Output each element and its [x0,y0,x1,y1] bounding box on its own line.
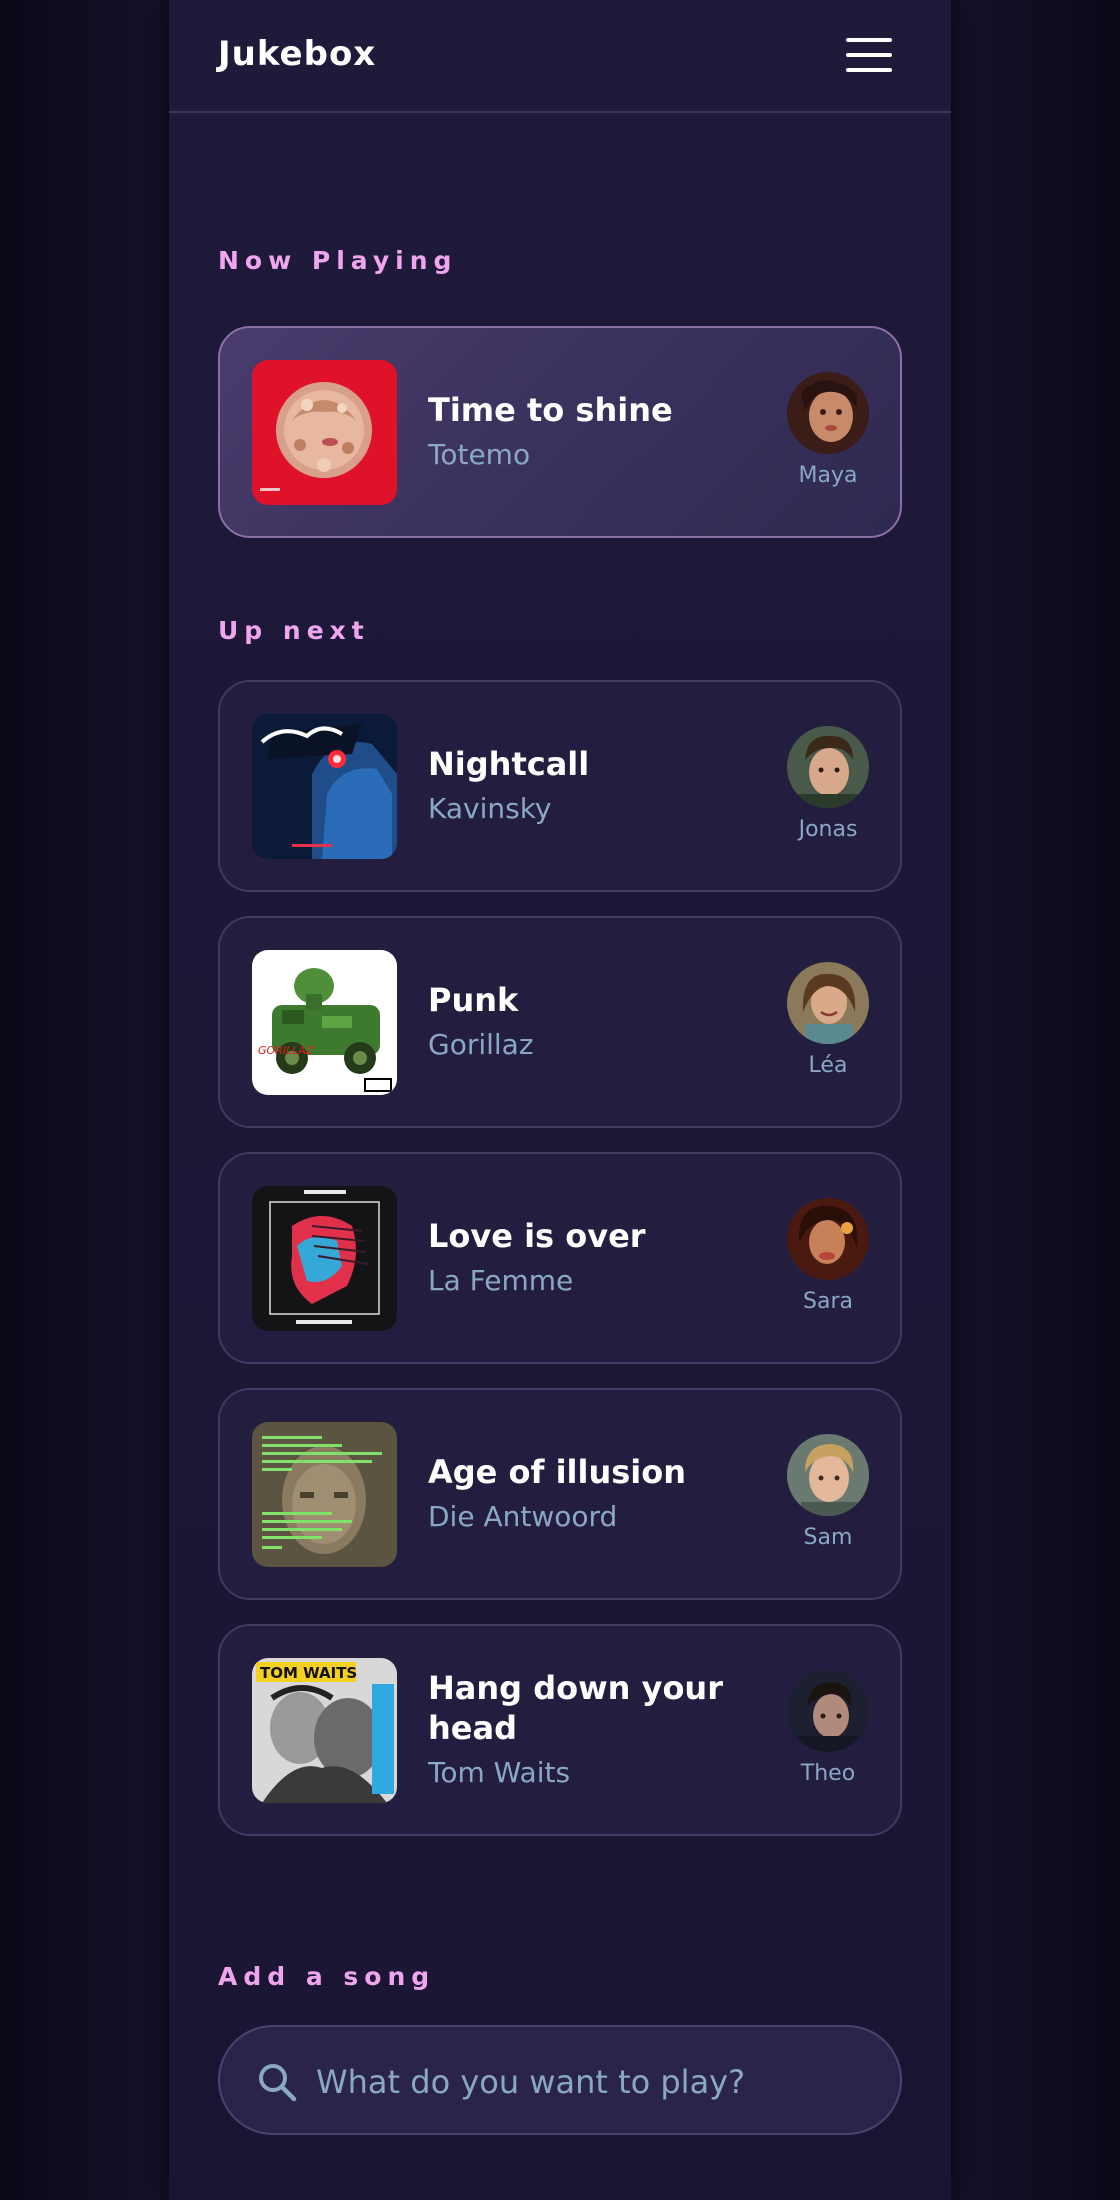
requester-name: Maya [798,463,858,488]
track-title: Hang down your head [428,1669,723,1747]
track-title: Punk [428,981,519,1019]
queue-item[interactable]: Age of illusion Die Antwoord Sam [218,1388,902,1600]
requester-avatar [787,1670,869,1752]
album-art: TOM WAITS [252,1658,397,1803]
requester-name: Léa [808,1053,848,1078]
svg-text:GORILLAZ: GORILLAZ [258,1044,314,1057]
requester-name: Theo [800,1761,856,1786]
app-header: Jukebox [169,0,951,113]
menu-bar [846,68,892,72]
album-art [252,360,397,505]
track-artist: La Femme [428,1264,574,1297]
app-title: Jukebox [218,34,377,74]
now-playing-card[interactable]: Time to shine Totemo Maya [218,326,902,538]
album-art [252,714,397,859]
track-artist: Tom Waits [428,1756,571,1789]
requester-avatar [787,726,869,808]
track-title: Nightcall [428,745,590,783]
requester-avatar [787,1198,869,1280]
add-song-heading: Add a song [218,1962,436,1991]
album-art [252,1422,397,1567]
track-artist: Kavinsky [428,792,552,825]
queue-item[interactable]: GORILLAZ Punk Gorillaz Léa [218,916,902,1128]
requester-avatar [787,372,869,454]
menu-icon[interactable] [846,38,892,72]
now-playing-heading: Now Playing [218,246,458,275]
track-artist: Totemo [428,438,531,471]
requester-name: Jonas [798,817,858,842]
search-bar[interactable] [218,2025,902,2135]
album-art [252,1186,397,1331]
jukebox-app: Jukebox Now Playing Time to shine Totemo… [169,0,951,2200]
search-input[interactable] [316,2055,876,2109]
menu-bar [846,53,892,57]
menu-bar [846,38,892,42]
search-icon [259,2064,297,2102]
requester-name: Sara [803,1289,853,1314]
queue-item[interactable]: Love is over La Femme Sara [218,1152,902,1364]
queue-item[interactable]: Nightcall Kavinsky Jonas [218,680,902,892]
requester-avatar [787,962,869,1044]
track-title: Love is over [428,1217,646,1255]
svg-text:TOM WAITS: TOM WAITS [260,1664,357,1682]
requester-name: Sam [803,1525,853,1550]
queue-item[interactable]: TOM WAITS Hang down your head Tom Waits … [218,1624,902,1836]
requester-avatar [787,1434,869,1516]
up-next-heading: Up next [218,616,370,645]
track-artist: Gorillaz [428,1028,534,1061]
track-artist: Die Antwoord [428,1500,618,1533]
track-title: Age of illusion [428,1453,687,1491]
album-art: GORILLAZ [252,950,397,1095]
track-title: Time to shine [428,391,673,429]
